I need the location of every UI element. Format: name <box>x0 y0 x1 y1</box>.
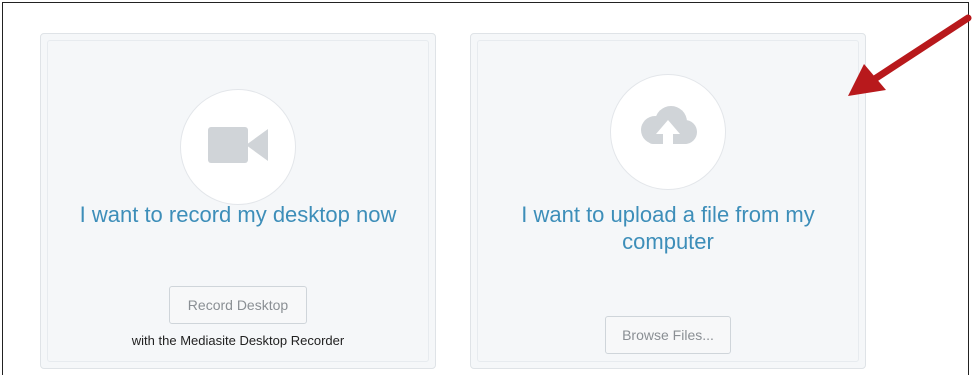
upload-file-card[interactable]: I want to upload a file from my computer… <box>470 33 866 369</box>
record-desktop-button[interactable]: Record Desktop <box>169 286 307 324</box>
browse-files-button[interactable]: Browse Files... <box>605 316 731 354</box>
upload-card-heading[interactable]: I want to upload a file from my computer <box>481 201 855 255</box>
cloud-upload-icon <box>635 104 701 161</box>
recorder-caption: with the Mediasite Desktop Recorder <box>131 333 345 348</box>
record-card-heading[interactable]: I want to record my desktop now <box>51 201 425 228</box>
upload-icon-circle <box>610 74 726 190</box>
upload-heading-line1: I want to upload a file from my <box>521 202 815 227</box>
red-arrow-icon <box>848 14 972 96</box>
record-desktop-card[interactable]: I want to record my desktop now Record D… <box>40 33 436 369</box>
record-icon-circle <box>180 89 296 205</box>
upload-heading-line2: computer <box>622 229 714 254</box>
video-camera-icon <box>206 125 270 170</box>
